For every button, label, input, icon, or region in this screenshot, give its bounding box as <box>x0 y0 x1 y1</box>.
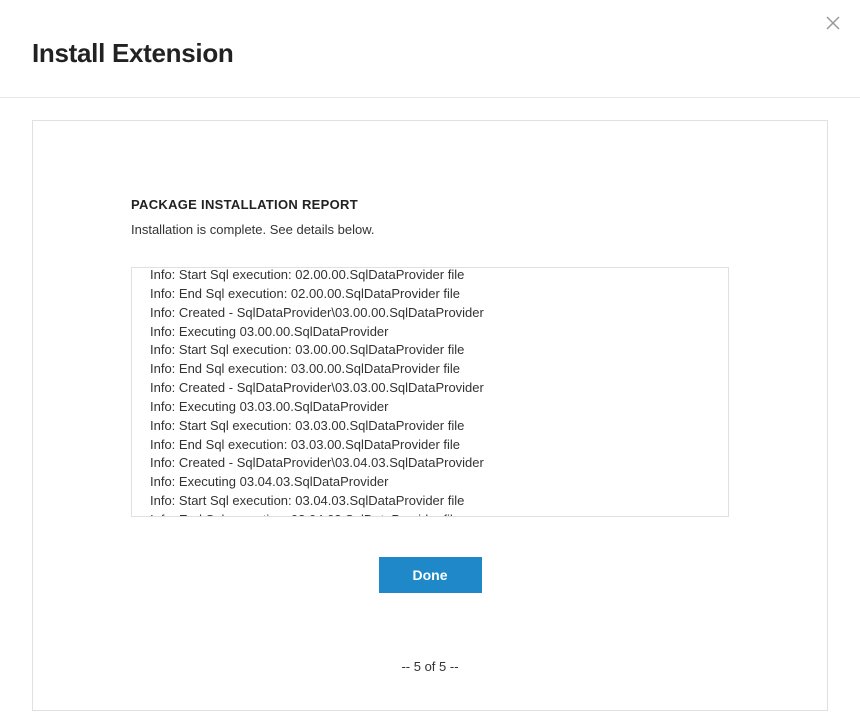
log-line: Info: Created - SqlDataProvider\03.04.03… <box>150 454 710 473</box>
report-subtitle: Installation is complete. See details be… <box>131 222 729 237</box>
log-line: Info: Start Sql execution: 02.00.00.SqlD… <box>150 267 710 285</box>
report-panel: PACKAGE INSTALLATION REPORT Installation… <box>32 120 828 711</box>
log-line: Info: Start Sql execution: 03.03.00.SqlD… <box>150 417 710 436</box>
log-line: Info: End Sql execution: 02.00.00.SqlDat… <box>150 285 710 304</box>
log-line: Info: End Sql execution: 03.00.00.SqlDat… <box>150 360 710 379</box>
log-line: Info: End Sql execution: 03.04.03.SqlDat… <box>150 511 710 517</box>
done-button[interactable]: Done <box>379 557 482 593</box>
page-title: Install Extension <box>0 0 860 69</box>
close-icon <box>826 16 840 30</box>
log-line: Info: Executing 03.00.00.SqlDataProvider <box>150 323 710 342</box>
log-line: Info: Created - SqlDataProvider\03.00.00… <box>150 304 710 323</box>
log-line: Info: End Sql execution: 03.03.00.SqlDat… <box>150 436 710 455</box>
log-line: Info: Executing 03.04.03.SqlDataProvider <box>150 473 710 492</box>
close-button[interactable] <box>826 16 840 30</box>
log-line: Info: Created - SqlDataProvider\03.03.00… <box>150 379 710 398</box>
step-indicator: -- 5 of 5 -- <box>131 659 729 674</box>
header-divider <box>0 97 860 98</box>
log-line: Info: Start Sql execution: 03.00.00.SqlD… <box>150 341 710 360</box>
log-line: Info: Executing 03.03.00.SqlDataProvider <box>150 398 710 417</box>
log-line: Info: Start Sql execution: 03.04.03.SqlD… <box>150 492 710 511</box>
report-heading: PACKAGE INSTALLATION REPORT <box>131 197 729 212</box>
install-log[interactable]: Info: Start Sql execution: 02.00.00.SqlD… <box>131 267 729 517</box>
